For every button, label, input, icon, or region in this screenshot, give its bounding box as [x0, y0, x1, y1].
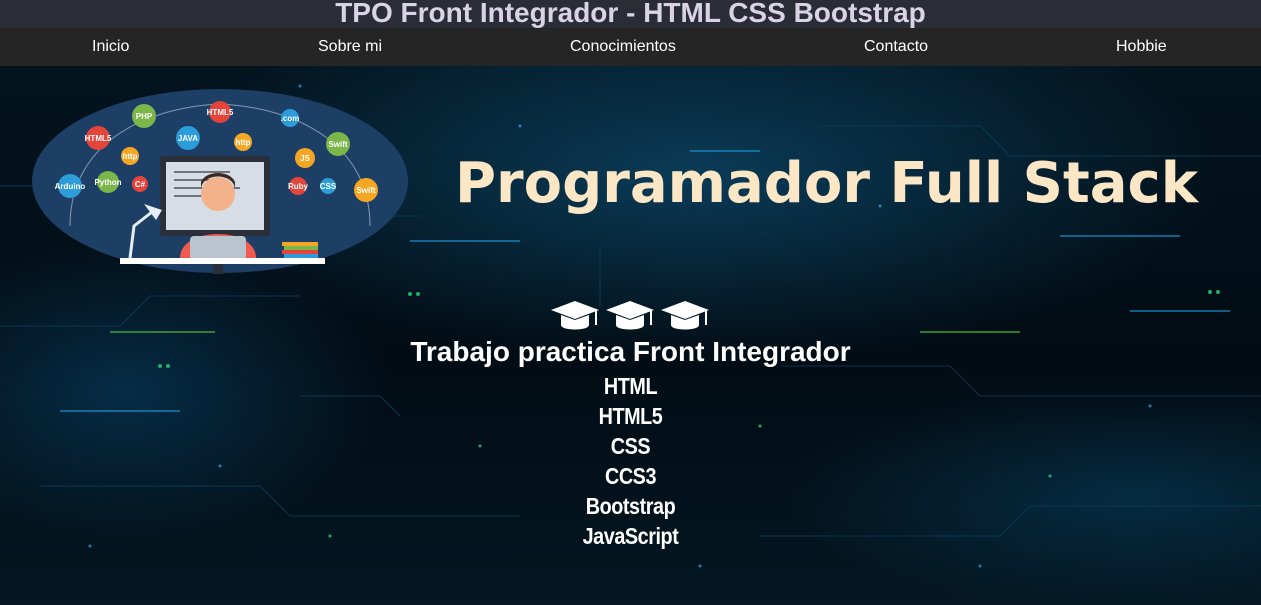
tech-item-bootstrap: Bootstrap [585, 493, 676, 519]
tech-item-html5: HTML5 [598, 403, 663, 429]
svg-text:Swift: Swift [356, 186, 375, 195]
svg-text:Ruby: Ruby [288, 182, 309, 191]
graduation-caps [551, 301, 709, 330]
tech-item-javascript: JavaScript [582, 523, 679, 549]
page-title: TPO Front Integrador - HTML CSS Bootstra… [0, 0, 1261, 28]
tech-item-ccs3: CCS3 [604, 463, 657, 489]
svg-text:Python: Python [94, 178, 121, 187]
svg-text:.com: .com [281, 114, 300, 123]
hero-section: PHP HTML5 .com HTML5 JAVA http Swift htt… [0, 66, 1261, 605]
hero-subtitle-text: Trabajo practica Front Integrador [410, 336, 851, 367]
nav-link-contacto[interactable]: Contacto [864, 28, 928, 66]
main-navbar: Inicio Sobre mi Conocimientos Contacto H… [0, 28, 1261, 66]
svg-text:http: http [122, 152, 137, 161]
svg-text:JAVA: JAVA [178, 134, 198, 143]
svg-text:Arduino: Arduino [55, 182, 86, 191]
svg-text:Swift: Swift [328, 140, 347, 149]
graduation-cap-icon [661, 301, 709, 330]
svg-text:JS: JS [300, 154, 310, 163]
hero-heading: Programador Full Stack [455, 151, 1198, 216]
svg-text:C#: C# [135, 180, 146, 189]
nav-link-hobbie[interactable]: Hobbie [1116, 28, 1167, 66]
svg-text:HTML5: HTML5 [207, 108, 234, 117]
programmer-illustration: PHP HTML5 .com HTML5 JAVA http Swift htt… [32, 89, 408, 274]
svg-text:PHP: PHP [136, 112, 153, 121]
graduation-cap-icon [606, 301, 654, 330]
tech-item-html: HTML [603, 373, 658, 399]
svg-text:http: http [235, 138, 250, 147]
svg-text:CSS: CSS [320, 182, 337, 191]
graduation-cap-icon [551, 301, 599, 330]
tech-list: HTML HTML5 CSS CCS3 Bootstrap JavaScript [0, 371, 1261, 551]
hero-subtitle: Trabajo practica Front Integrador [0, 336, 1261, 368]
nav-link-inicio[interactable]: Inicio [92, 28, 129, 66]
svg-text:HTML5: HTML5 [85, 134, 112, 143]
nav-link-conocimientos[interactable]: Conocimientos [570, 28, 676, 66]
tech-item-css: CSS [610, 433, 651, 459]
nav-link-sobre-mi[interactable]: Sobre mi [318, 28, 382, 66]
